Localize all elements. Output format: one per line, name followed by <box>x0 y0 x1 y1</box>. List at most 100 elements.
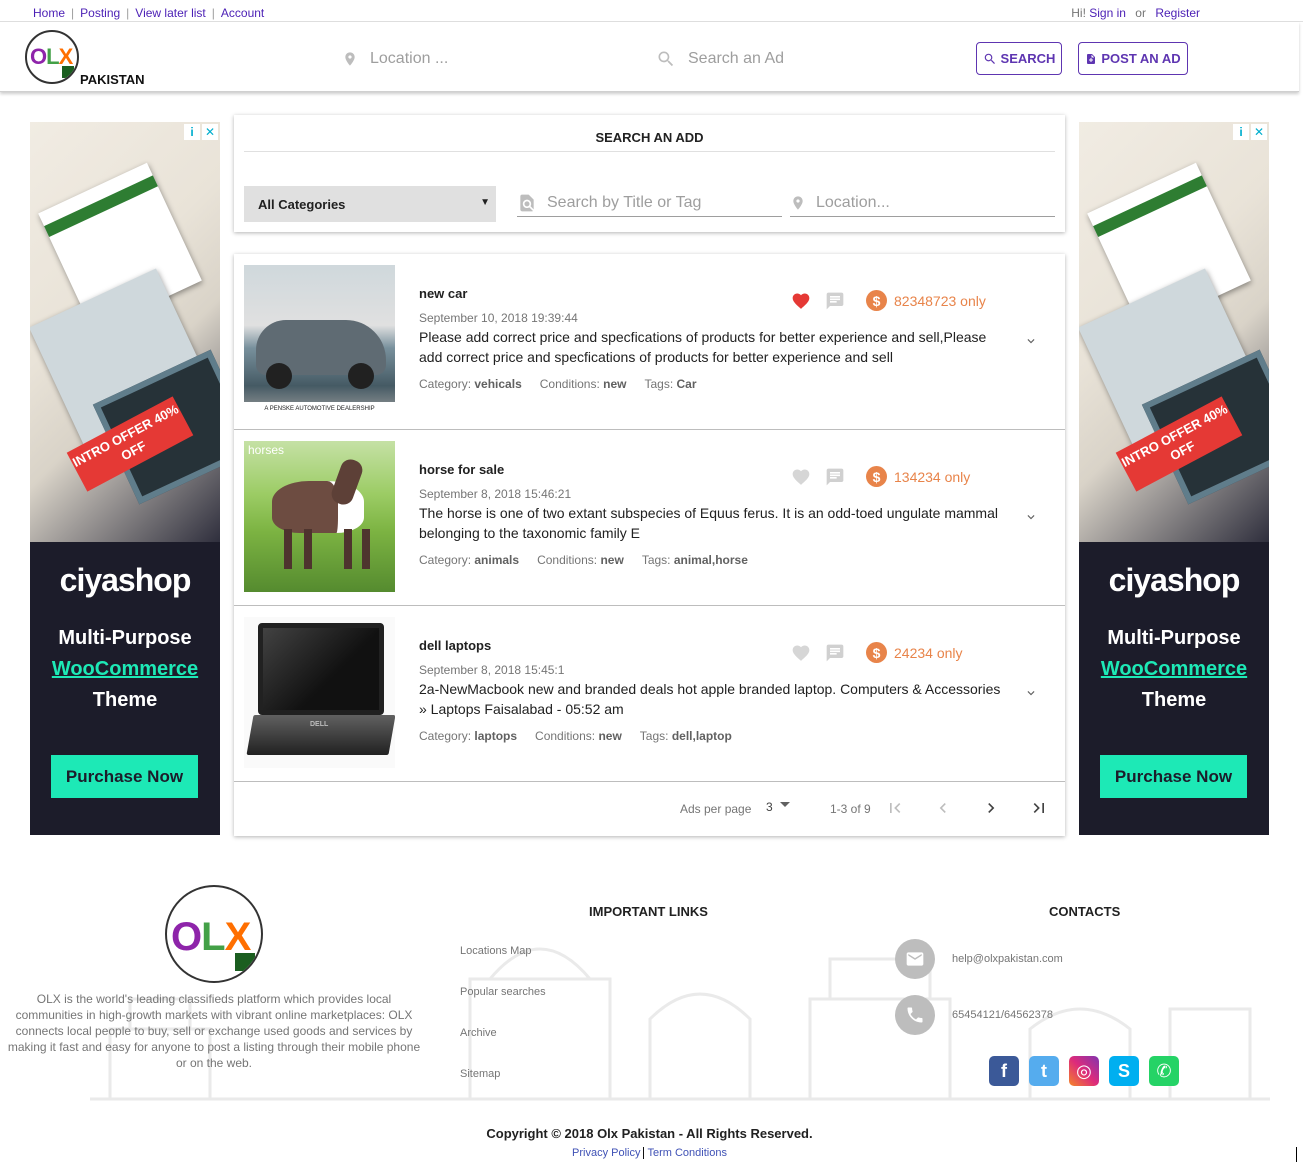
listing-image[interactable]: DELL <box>244 617 395 768</box>
message-icon[interactable] <box>824 467 846 487</box>
dropdown-arrow-icon: ▼ <box>480 197 490 208</box>
category-meta: Category: animals <box>419 553 519 567</box>
listing-meta: Category: vehicals Conditions: new Tags:… <box>419 377 697 391</box>
register-link[interactable]: Register <box>1155 6 1200 20</box>
listing-title[interactable]: horse for sale <box>419 462 504 477</box>
header-location-input[interactable]: Location ... <box>342 49 448 69</box>
title-tag-search-input[interactable]: Search by Title or Tag <box>517 189 782 217</box>
tags-meta: Tags: dell,laptop <box>640 729 732 743</box>
horse-leg <box>284 529 292 569</box>
dropdown-arrow-icon[interactable] <box>780 802 790 807</box>
listing-image[interactable]: horses <box>244 441 395 592</box>
terms-link[interactable]: Term Conditions <box>647 1147 726 1159</box>
top-nav-links: Home | Posting | View later list | Accou… <box>33 6 264 20</box>
left-ad-banner[interactable]: INTRO OFFER 40% OFF i ✕ ciyashop Multi-P… <box>30 122 220 835</box>
favorite-heart-icon[interactable] <box>790 643 812 663</box>
ad-choice-icons[interactable]: i ✕ <box>1233 124 1267 140</box>
listing-title[interactable]: dell laptops <box>419 638 491 653</box>
ad-line-2: WooCommerce <box>51 658 199 680</box>
favorite-heart-icon[interactable] <box>790 291 812 311</box>
message-icon[interactable] <box>824 643 846 663</box>
twitter-icon[interactable]: t <box>1029 1056 1059 1086</box>
ad-line-3: Theme <box>1141 689 1207 711</box>
expand-chevron-icon[interactable] <box>1024 334 1038 348</box>
first-page-icon[interactable] <box>885 798 905 818</box>
listing-meta: Category: laptops Conditions: new Tags: … <box>419 729 732 743</box>
listing-price: 82348723 only <box>894 292 986 309</box>
favorite-heart-icon[interactable] <box>790 467 812 487</box>
prev-page-icon[interactable] <box>933 798 953 818</box>
archive-link[interactable]: Archive <box>460 1027 497 1039</box>
right-ad-banner[interactable]: INTRO OFFER 40% OFF i ✕ ciyashop Multi-P… <box>1079 122 1269 835</box>
listing-description: Please add correct price and specficatio… <box>419 329 987 365</box>
ads-per-page-select[interactable]: 3 <box>766 800 773 814</box>
olx-logo[interactable]: OLX <box>25 30 79 84</box>
conditions-meta: Conditions: new <box>535 729 622 743</box>
listing-row[interactable]: horses horse for sale September 8, 2018 … <box>234 430 1065 606</box>
phone-contact[interactable]: 65454121/64562378 <box>895 995 1053 1035</box>
contacts-heading: CONTACTS <box>1049 904 1121 919</box>
listing-row[interactable]: DELL dell laptops September 8, 2018 15:4… <box>234 606 1065 782</box>
next-page-icon[interactable] <box>981 798 1001 818</box>
price-dollar-icon: $ <box>866 642 887 663</box>
post-ad-button[interactable]: POST AN AD <box>1078 42 1188 75</box>
location-pin-icon <box>345 52 355 66</box>
last-page-icon[interactable] <box>1029 798 1049 818</box>
ad-info-icon[interactable]: i <box>1233 124 1249 140</box>
tags-meta: Tags: animal,horse <box>642 553 748 567</box>
brand-name: PAKISTAN <box>80 72 145 87</box>
listing-meta: Category: animals Conditions: new Tags: … <box>419 553 748 567</box>
policy-links: Privacy Policy Term Conditions <box>0 1147 1299 1160</box>
sitemap-link[interactable]: Sitemap <box>460 1068 500 1080</box>
location-search-input[interactable]: Location... <box>790 189 1055 217</box>
ad-choice-icons[interactable]: i ✕ <box>184 124 218 140</box>
locations-map-link[interactable]: Locations Map <box>460 945 532 957</box>
image-caption: A PENSKE AUTOMOTIVE DEALERSHIP <box>244 402 395 416</box>
search-button[interactable]: SEARCH <box>976 42 1062 75</box>
ad-line-1: Multi-Purpose <box>1107 627 1241 649</box>
ad-purchase-button[interactable]: Purchase Now <box>51 755 198 798</box>
skype-icon[interactable]: S <box>1109 1056 1139 1086</box>
instagram-icon[interactable]: ◎ <box>1069 1056 1099 1086</box>
text-cursor <box>1296 1147 1297 1162</box>
sign-in-link[interactable]: Sign in <box>1089 6 1126 20</box>
ad-purchase-button[interactable]: Purchase Now <box>1100 755 1247 798</box>
header-search-input[interactable]: Search an Ad <box>656 49 784 69</box>
ad-close-icon[interactable]: ✕ <box>1251 124 1267 140</box>
email-address: help@olxpakistan.com <box>952 953 1063 965</box>
email-contact[interactable]: help@olxpakistan.com <box>895 939 1063 979</box>
nav-view-later-link[interactable]: View later list <box>135 6 205 20</box>
listing-price: 134234 only <box>894 468 971 485</box>
ad-close-icon[interactable]: ✕ <box>202 124 218 140</box>
category-label: Category: <box>419 377 472 391</box>
message-icon[interactable] <box>824 291 846 311</box>
category-select[interactable]: All Categories ▼ <box>244 186 496 222</box>
privacy-policy-link[interactable]: Privacy Policy <box>572 1147 640 1159</box>
nav-home-link[interactable]: Home <box>33 6 65 20</box>
listing-image[interactable]: A PENSKE AUTOMOTIVE DEALERSHIP <box>244 265 395 416</box>
horse-leg <box>344 529 352 569</box>
expand-chevron-icon[interactable] <box>1024 510 1038 524</box>
conditions-meta: Conditions: new <box>540 377 627 391</box>
footer-olx-logo[interactable]: OLX <box>165 885 263 983</box>
whatsapp-icon[interactable]: ✆ <box>1149 1056 1179 1086</box>
popular-searches-link[interactable]: Popular searches <box>460 986 546 998</box>
nav-account-link[interactable]: Account <box>221 6 264 20</box>
tags-meta: Tags: Car <box>644 377 696 391</box>
listing-actions: $ 24234 only <box>790 642 963 663</box>
category-meta: Category: laptops <box>419 729 517 743</box>
listing-title[interactable]: new car <box>419 286 467 301</box>
expand-chevron-icon[interactable] <box>1024 686 1038 700</box>
important-links-heading: IMPORTANT LINKS <box>589 904 708 919</box>
post-ad-label: POST AN AD <box>1101 51 1181 66</box>
listing-row[interactable]: A PENSKE AUTOMOTIVE DEALERSHIP new car S… <box>234 254 1065 430</box>
ad-brand: ciyashop <box>59 562 192 598</box>
social-links: f t ◎ S ✆ <box>989 1056 1179 1086</box>
ad-info-icon[interactable]: i <box>184 124 200 140</box>
pakistan-flag-icon <box>58 66 74 78</box>
nav-posting-link[interactable]: Posting <box>80 6 120 20</box>
ad-collage: INTRO OFFER 40% OFF <box>30 122 220 542</box>
facebook-icon[interactable]: f <box>989 1056 1019 1086</box>
image-caption: horses <box>248 443 285 457</box>
listing-tags: dell,laptop <box>671 729 732 743</box>
